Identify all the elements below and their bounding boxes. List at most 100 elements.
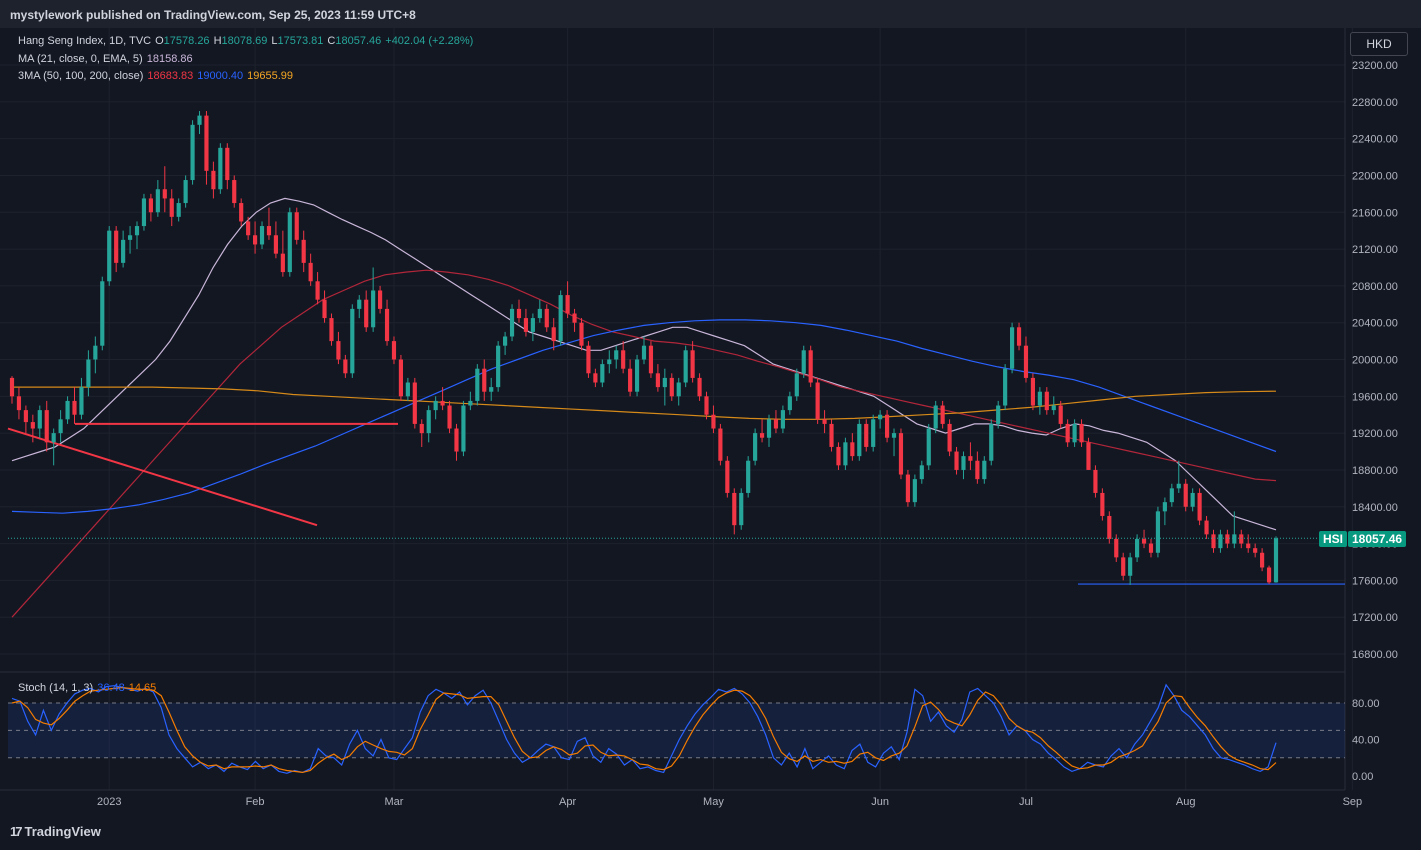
- candle-body: [1010, 327, 1015, 369]
- candle-body: [753, 433, 758, 461]
- candle-body: [1003, 368, 1008, 406]
- candle: [503, 331, 508, 355]
- candle-body: [676, 382, 681, 397]
- candle-body: [65, 400, 70, 420]
- candle-body: [496, 345, 501, 388]
- candle: [933, 400, 938, 434]
- legend-c-value: 18057.46: [335, 35, 382, 47]
- candle-body: [100, 281, 105, 346]
- candle-body: [947, 423, 952, 452]
- candle: [58, 410, 63, 443]
- candle: [1121, 552, 1126, 581]
- candle-body: [16, 396, 22, 411]
- candle-body: [1246, 543, 1251, 549]
- time-tick-label: Feb: [246, 796, 265, 808]
- candle-body: [489, 387, 494, 392]
- candle: [523, 308, 529, 337]
- candle: [1093, 465, 1098, 498]
- candle-body: [1058, 405, 1063, 424]
- candle-body: [308, 262, 313, 282]
- candle-body: [1273, 538, 1279, 583]
- candle-body: [169, 198, 174, 217]
- candle: [1266, 565, 1272, 585]
- candle: [898, 428, 904, 480]
- candle: [1030, 373, 1036, 411]
- candle-body: [183, 180, 188, 204]
- legend-change: +402.04 (+2.28%): [385, 35, 474, 47]
- candle-body: [329, 318, 334, 342]
- candle-body: [412, 382, 417, 424]
- candle-body: [565, 295, 570, 314]
- candle: [232, 175, 237, 208]
- candle: [93, 336, 98, 374]
- candle: [711, 405, 716, 434]
- candle: [294, 207, 299, 245]
- candle: [301, 230, 306, 273]
- candle-body: [391, 341, 397, 360]
- candle-body: [1239, 534, 1244, 544]
- candle: [329, 313, 334, 346]
- candle-body: [600, 364, 605, 383]
- candle: [141, 193, 147, 231]
- time-tick-label: Sep: [1343, 796, 1363, 808]
- legend-l-label: L: [271, 35, 278, 47]
- candle: [871, 414, 876, 452]
- price-tick-label: 20400.00: [1352, 318, 1398, 330]
- candle-body: [266, 226, 272, 236]
- candle-body: [1141, 538, 1147, 544]
- candle: [850, 433, 855, 461]
- candle-body: [808, 350, 813, 383]
- candle: [357, 295, 362, 319]
- candle-body: [891, 433, 897, 438]
- tradingview-logo-icon: 17: [10, 824, 23, 839]
- candle-body: [1093, 469, 1098, 493]
- candle: [239, 198, 244, 227]
- candle-body: [503, 336, 508, 346]
- candle-body: [454, 428, 459, 452]
- candle-body: [121, 239, 126, 263]
- candle-body: [662, 377, 667, 388]
- candle: [287, 207, 292, 277]
- candle: [940, 400, 945, 429]
- candle: [912, 474, 917, 507]
- candle-body: [836, 446, 841, 466]
- candle-body: [954, 451, 959, 470]
- candle-body: [107, 230, 112, 282]
- candle: [9, 376, 15, 404]
- candle: [544, 304, 549, 332]
- price-axis-ticks: 23200.00 22800.00 22400.00 22000.00 21600.00…: [1352, 60, 1398, 661]
- candle: [725, 456, 730, 498]
- stoch-tick-label: 40.00: [1352, 735, 1380, 747]
- legend-symbol: Hang Seng Index, 1D, TVC: [18, 35, 152, 47]
- candle: [218, 143, 223, 194]
- candle-body: [1079, 423, 1084, 443]
- candle-body: [628, 368, 633, 392]
- price-tick-label: 18800.00: [1352, 465, 1398, 477]
- candle-body: [357, 299, 362, 309]
- candle-body: [898, 433, 904, 475]
- candle: [412, 377, 417, 429]
- candle: [746, 456, 751, 498]
- candle: [1086, 437, 1091, 470]
- candle-body: [544, 308, 549, 328]
- chart-canvas[interactable]: 23200.00 22800.00 22400.00 22000.00 21600.00…: [0, 0, 1421, 850]
- candle-body: [225, 147, 230, 181]
- candle: [1023, 336, 1029, 383]
- legend-stoch-label: Stoch (14, 1, 3): [18, 682, 94, 694]
- candle-body: [586, 345, 591, 374]
- price-tick-label: 17600.00: [1352, 575, 1398, 587]
- candle: [565, 281, 570, 319]
- candles: [9, 111, 1279, 585]
- candle: [780, 405, 785, 434]
- candle: [155, 180, 160, 217]
- trendline[interactable]: [7, 427, 318, 527]
- tradingview-logo[interactable]: 17 TradingView: [10, 824, 101, 839]
- candle-body: [1100, 492, 1105, 516]
- candle: [1058, 400, 1063, 429]
- candle-body: [912, 479, 917, 503]
- currency-button[interactable]: HKD: [1350, 32, 1408, 56]
- candle-body: [426, 410, 431, 434]
- candle: [558, 290, 563, 346]
- candle: [1183, 479, 1188, 512]
- candle-body: [86, 359, 91, 388]
